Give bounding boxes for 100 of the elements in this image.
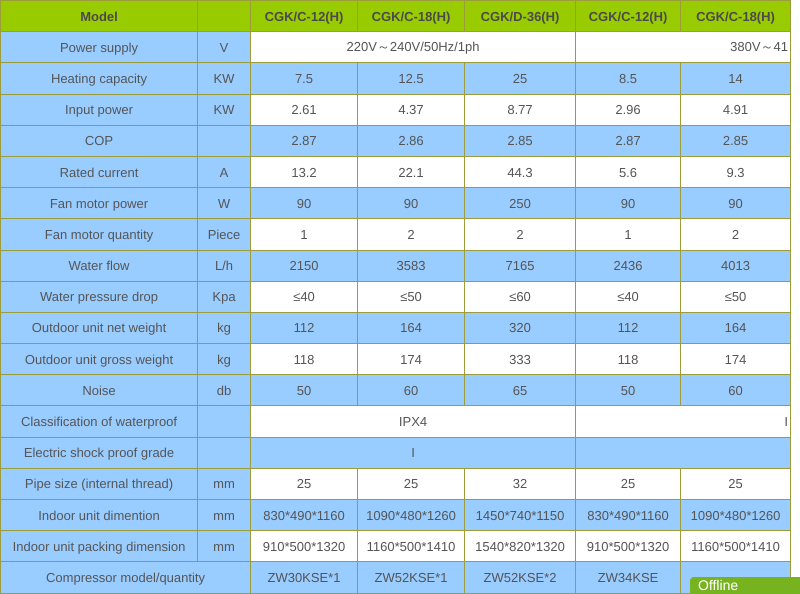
row-label: Heating capacity (0, 62, 198, 94)
unit-cell: kg (198, 312, 250, 344)
table-cell: 112 (250, 312, 358, 344)
unit-cell: mm (198, 530, 250, 562)
table-cell: 220V～240V/50Hz/1ph (250, 32, 576, 63)
table-cell: ZW30KSE*1 (250, 562, 358, 594)
table-cell: 2.61 (250, 94, 358, 126)
row-label: Indoor unit packing dimension (0, 530, 198, 562)
row-label: Power supply (0, 32, 198, 63)
table-cell: 2 (464, 218, 576, 250)
table-cell: 2 (358, 218, 464, 250)
table-cell: 1160*500*1410 (680, 530, 790, 562)
unit-cell: KW (198, 94, 250, 126)
table-cell: I (250, 437, 576, 468)
row-label: Fan motor quantity (0, 218, 198, 250)
table-cell: 4.91 (680, 94, 790, 126)
table-cell: 25 (250, 468, 358, 500)
row-label: Noise (0, 374, 198, 406)
table-cell: 2 (680, 218, 790, 250)
table-cell: 910*500*1320 (250, 530, 358, 562)
row-label: Rated current (0, 156, 198, 188)
table-cell: 7.5 (250, 62, 358, 94)
table-cell: ≤40 (576, 281, 680, 312)
chat-status-tab[interactable]: Offline (690, 577, 800, 594)
row-label: Water flow (0, 250, 198, 282)
table-cell: 90 (576, 188, 680, 219)
table-cell: ZW52KSE*1 (358, 562, 464, 594)
table-cell: 1450*740*1150 (464, 500, 576, 531)
table-cell: 90 (358, 188, 464, 219)
table-cell: 333 (464, 344, 576, 375)
column-header: CGK/C-12(H) (576, 0, 680, 32)
table-cell: 2.86 (358, 125, 464, 156)
column-header: CGK/C-18(H) (680, 0, 790, 32)
row-label: Electric shock proof grade (0, 437, 198, 468)
unit-cell: KW (198, 62, 250, 94)
row-label: Compressor model/quantity (0, 562, 250, 594)
unit-cell (198, 437, 250, 468)
row-label: Water pressure drop (0, 281, 198, 312)
unit-cell (198, 125, 250, 156)
row-label: Input power (0, 94, 198, 126)
table-cell: 1160*500*1410 (358, 530, 464, 562)
table-cell: 830*490*1160 (576, 500, 680, 531)
table-cell: 60 (358, 374, 464, 406)
unit-cell: Kpa (198, 281, 250, 312)
unit-cell: mm (198, 500, 250, 531)
table-cell: 50 (576, 374, 680, 406)
table-cell: 90 (250, 188, 358, 219)
table-cell: I (576, 406, 790, 438)
table-cell: 5.6 (576, 156, 680, 188)
column-header: CGK/D-36(H) (464, 0, 576, 32)
table-cell: 12.5 (358, 62, 464, 94)
table-cell: 25 (464, 62, 576, 94)
table-cell: 1 (576, 218, 680, 250)
table-cell: 250 (464, 188, 576, 219)
table-cell: ZW34KSE (576, 562, 680, 594)
table-cell: 118 (576, 344, 680, 375)
table-cell: 14 (680, 62, 790, 94)
table-cell: 44.3 (464, 156, 576, 188)
table-cell: 13.2 (250, 156, 358, 188)
table-cell: 830*490*1160 (250, 500, 358, 531)
table-cell: 118 (250, 344, 358, 375)
table-cell: 9.3 (680, 156, 790, 188)
table-cell: 3583 (358, 250, 464, 282)
table-cell: 4.37 (358, 94, 464, 126)
table-cell: 174 (680, 344, 790, 375)
table-cell: 2.87 (576, 125, 680, 156)
table-cell: ≤50 (680, 281, 790, 312)
table-cell: 1540*820*1320 (464, 530, 576, 562)
unit-cell: W (198, 188, 250, 219)
table-cell: 25 (680, 468, 790, 500)
row-label: Outdoor unit net weight (0, 312, 198, 344)
table-cell: 174 (358, 344, 464, 375)
table-cell: ZW52KSE*2 (464, 562, 576, 594)
table-cell: 380V～41 (576, 32, 790, 63)
table-cell: 2.85 (464, 125, 576, 156)
unit-cell: db (198, 374, 250, 406)
row-label: Pipe size (internal thread) (0, 468, 198, 500)
table-cell: 1090*480*1260 (680, 500, 790, 531)
table-cell: 65 (464, 374, 576, 406)
table-cell: 25 (358, 468, 464, 500)
table-cell: 164 (680, 312, 790, 344)
table-cell: 22.1 (358, 156, 464, 188)
table-cell: 90 (680, 188, 790, 219)
row-label: Outdoor unit gross weight (0, 344, 198, 375)
table-cell: 112 (576, 312, 680, 344)
row-label: Fan motor power (0, 188, 198, 219)
table-cell: ≤60 (464, 281, 576, 312)
table-cell: 8.77 (464, 94, 576, 126)
row-label: Classification of waterproof (0, 406, 198, 438)
unit-cell: mm (198, 468, 250, 500)
table-cell: 2.96 (576, 94, 680, 126)
table-cell: 2150 (250, 250, 358, 282)
table-cell: 1090*480*1260 (358, 500, 464, 531)
unit-cell: L/h (198, 250, 250, 282)
column-header (198, 0, 250, 32)
column-header: Model (0, 0, 198, 32)
table-cell: 320 (464, 312, 576, 344)
table-cell: 32 (464, 468, 576, 500)
table-cell: ≤40 (250, 281, 358, 312)
unit-cell: V (198, 32, 250, 63)
